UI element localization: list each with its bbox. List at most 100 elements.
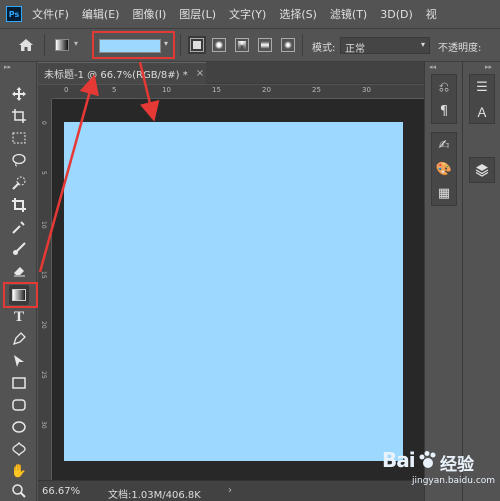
collapse-panel-icon[interactable]: ◂◂	[429, 63, 436, 71]
radial-gradient-button[interactable]	[212, 38, 226, 52]
artboard-icon	[12, 109, 26, 123]
path-selection-tool[interactable]	[9, 351, 29, 371]
menu-image[interactable]: 图像(I)	[132, 6, 166, 22]
layers-panel-button[interactable]	[470, 158, 494, 182]
zoom-tool[interactable]	[9, 481, 29, 501]
brush-settings-panel-button[interactable]: ✍	[432, 133, 456, 157]
chevron-right-icon[interactable]: ›	[228, 485, 232, 496]
custom-shape-icon	[12, 442, 26, 456]
properties-icon: ☰	[476, 79, 488, 95]
zoom-level[interactable]: 66.67%	[42, 486, 80, 497]
ellipse-tool[interactable]	[9, 417, 29, 437]
home-icon[interactable]	[18, 37, 34, 53]
document-tab[interactable]: 未标题-1 @ 66.7%(RGB/8#) * ×	[38, 62, 206, 84]
custom-shape-tool[interactable]	[9, 439, 29, 459]
quick-selection-tool[interactable]	[9, 173, 29, 193]
eyedropper-icon	[12, 221, 25, 234]
menu-select[interactable]: 选择(S)	[279, 6, 317, 22]
menu-type[interactable]: 文字(Y)	[229, 6, 266, 22]
paw-icon	[419, 451, 436, 468]
arrow-cursor-icon	[14, 355, 24, 367]
gradient-tool[interactable]	[9, 285, 29, 305]
paragraph-panel-button[interactable]: ¶	[432, 99, 456, 123]
divider	[302, 34, 303, 56]
crop-tool[interactable]	[9, 195, 29, 215]
menu-layer[interactable]: 图层(L)	[179, 6, 216, 22]
ruler-label: 30	[362, 86, 371, 94]
menu-edit[interactable]: 编辑(E)	[82, 6, 120, 22]
close-icon[interactable]: ×	[196, 68, 204, 79]
menu-file[interactable]: 文件(F)	[32, 6, 69, 22]
marquee-tool[interactable]	[9, 128, 29, 148]
tools-panel: ▸▸ T ✋	[0, 62, 38, 501]
type-tool[interactable]: T	[9, 307, 29, 327]
linear-gradient-button[interactable]	[190, 38, 204, 52]
eyedropper-tool[interactable]	[9, 217, 29, 237]
swatches-panel-button[interactable]: 🎨	[432, 157, 456, 181]
watermark-brand: Bai	[382, 448, 416, 472]
eraser-tool[interactable]	[9, 261, 29, 281]
blend-mode-select[interactable]: 正常 ▾	[340, 37, 430, 55]
photoshop-logo-icon[interactable]: Ps	[6, 6, 22, 22]
divider	[180, 34, 181, 56]
chevron-down-icon: ▾	[420, 40, 425, 49]
baidu-jingyan-watermark: Bai 经验 jingyan.baidu.com	[382, 444, 495, 494]
ellipse-icon	[12, 421, 26, 433]
artboard-tool[interactable]	[9, 106, 29, 126]
lasso-tool[interactable]	[9, 150, 29, 170]
ruler-label: 25	[40, 371, 47, 379]
panel-group: ☰ Ａ	[469, 74, 495, 124]
vertical-ruler[interactable]: 0 5 10 15 20 25 30	[38, 99, 52, 480]
properties-panel-button[interactable]: ☰	[470, 75, 494, 99]
history-panel-button[interactable]: ⎌	[432, 75, 456, 99]
ruler-label: 20	[262, 86, 271, 94]
blend-mode-value: 正常	[345, 44, 365, 55]
rounded-rectangle-icon	[12, 399, 26, 411]
diamond-gradient-button[interactable]	[281, 38, 295, 52]
move-icon	[12, 87, 26, 101]
type-icon: T	[13, 308, 24, 325]
ruler-label: 0	[40, 121, 47, 125]
opacity-label: 不透明度:	[438, 43, 482, 54]
rounded-rectangle-tool[interactable]	[9, 395, 29, 415]
eraser-icon	[14, 267, 25, 277]
rectangle-icon	[12, 377, 26, 389]
menu-3d[interactable]: 3D(D)	[380, 8, 413, 21]
hand-tool[interactable]: ✋	[9, 461, 29, 481]
collapse-panel-icon[interactable]: ▸▸	[4, 63, 11, 71]
document-canvas[interactable]	[64, 122, 403, 461]
pen-icon	[12, 332, 26, 346]
linear-gradient-icon	[193, 41, 201, 49]
ruler-label: 15	[40, 271, 47, 279]
character-panel-button[interactable]: Ａ	[470, 99, 494, 123]
document-size-info: 文档:1.03M/406.8K	[108, 490, 201, 501]
grid-panel-button[interactable]: ▦	[432, 181, 456, 205]
layers-icon	[475, 164, 489, 177]
ruler-label: 15	[212, 86, 221, 94]
ruler-label: 5	[112, 86, 117, 94]
angle-gradient-icon	[238, 41, 246, 49]
angle-gradient-button[interactable]	[235, 38, 249, 52]
tab-strip	[206, 62, 424, 84]
divider	[44, 34, 45, 56]
panel-group: ⎌ ¶	[431, 74, 457, 124]
brush-icon	[13, 242, 26, 255]
gradient-editor-swatch[interactable]	[99, 39, 161, 53]
menu-filter[interactable]: 滤镜(T)	[330, 6, 367, 22]
brush-tool[interactable]	[9, 239, 29, 259]
rectangle-tool[interactable]	[9, 373, 29, 393]
brush-settings-icon: ✍	[438, 137, 450, 153]
move-tool[interactable]	[9, 84, 29, 104]
menu-view[interactable]: 视	[426, 6, 437, 22]
reflected-gradient-button[interactable]	[258, 38, 272, 52]
chevron-down-icon[interactable]: ▾	[74, 39, 78, 48]
ruler-label: 10	[162, 86, 171, 94]
tool-preset-gradient-icon[interactable]	[55, 39, 69, 51]
diamond-gradient-icon	[284, 41, 292, 49]
panel-group: ✍ 🎨 ▦	[431, 132, 457, 206]
expand-panel-icon[interactable]: ▸▸	[485, 63, 492, 71]
horizontal-ruler[interactable]: 0 5 10 15 20 25 30	[52, 85, 424, 99]
chevron-down-icon[interactable]: ▾	[164, 39, 168, 48]
palette-icon: 🎨	[435, 161, 453, 177]
pen-tool[interactable]	[9, 329, 29, 349]
